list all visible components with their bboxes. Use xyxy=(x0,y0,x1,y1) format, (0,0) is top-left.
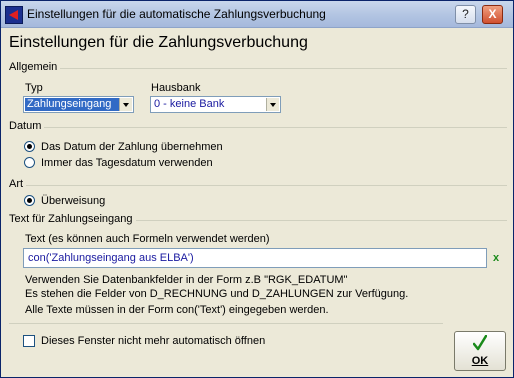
chevron-down-icon[interactable] xyxy=(266,98,279,111)
group-divider xyxy=(9,185,507,186)
radio-datum-tagesdatum[interactable] xyxy=(24,157,35,168)
clear-icon[interactable]: x xyxy=(493,252,499,264)
group-divider xyxy=(9,323,443,324)
ok-button[interactable]: OK xyxy=(454,331,506,371)
chevron-down-icon[interactable] xyxy=(119,98,132,111)
hint-text-3: Alle Texte müssen in der Form con('Text'… xyxy=(25,304,329,316)
dialog-window: Einstellungen für die automatische Zahlu… xyxy=(0,0,514,378)
group-label-datum: Datum xyxy=(9,120,45,132)
help-button[interactable]: ? xyxy=(455,5,476,24)
ok-button-label: OK xyxy=(471,355,489,367)
group-divider xyxy=(9,68,507,69)
auto-open-checkbox-label: Dieses Fenster nicht mehr automatisch öf… xyxy=(41,335,266,347)
typ-label: Typ xyxy=(25,82,43,94)
group-label-art: Art xyxy=(9,178,27,190)
hint-text-1: Verwenden Sie Datenbankfelder in der For… xyxy=(25,274,348,286)
hausbank-label: Hausbank xyxy=(151,82,201,94)
typ-dropdown[interactable]: Zahlungseingang xyxy=(23,96,134,113)
close-button[interactable]: X xyxy=(482,5,503,24)
hausbank-dropdown-value: 0 - keine Bank xyxy=(154,98,225,110)
radio-datum-zahlung[interactable] xyxy=(24,141,35,152)
auto-open-checkbox[interactable] xyxy=(23,335,35,347)
group-label-allgemein: Allgemein xyxy=(9,61,61,73)
radio-art-ueberweisung[interactable] xyxy=(24,195,35,206)
group-label-text: Text für Zahlungseingang xyxy=(9,213,136,225)
text-field-label: Text (es können auch Formeln verwendet w… xyxy=(25,233,270,245)
page-title: Einstellungen für die Zahlungsverbuchung xyxy=(9,34,308,51)
title-bar[interactable]: Einstellungen für die automatische Zahlu… xyxy=(1,1,513,28)
zahlungstext-input[interactable]: con('Zahlungseingang aus ELBA') xyxy=(23,248,487,268)
group-divider xyxy=(9,127,507,128)
hint-text-2: Es stehen die Felder von D_RECHNUNG und … xyxy=(25,288,409,300)
app-logo-icon xyxy=(5,6,23,24)
typ-dropdown-value: Zahlungseingang xyxy=(25,98,119,111)
radio-label-datum-zahlung: Das Datum der Zahlung übernehmen xyxy=(41,141,223,153)
hausbank-dropdown[interactable]: 0 - keine Bank xyxy=(150,96,281,113)
window-title: Einstellungen für die automatische Zahlu… xyxy=(27,7,326,21)
radio-label-art-ueberweisung: Überweisung xyxy=(41,195,106,207)
radio-label-datum-tagesdatum: Immer das Tagesdatum verwenden xyxy=(41,157,213,169)
checkmark-icon xyxy=(473,335,487,351)
